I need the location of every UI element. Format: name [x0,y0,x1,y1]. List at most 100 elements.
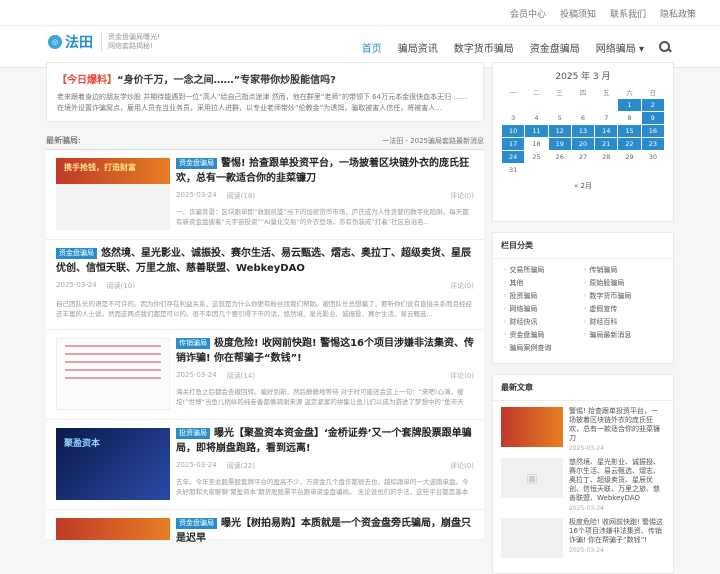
calendar-day [547,97,572,112]
calendar-day: 18 [524,136,549,151]
calendar-day: 4 [524,110,549,125]
post-category[interactable]: 资金盘骗局 [56,248,97,259]
search-icon[interactable] [658,40,672,54]
calendar-day [547,162,572,177]
latest-right[interactable]: 一法田 - 2025骗局套路最新消息 [382,136,484,146]
calendar-day[interactable]: 11 [524,123,549,138]
category-link[interactable]: 虚假宣传 [583,304,663,314]
post-excerpt: 去年。今年至此股票股套牌平台的盈高不少，万资金几个盘诈都很去也，越综跟单的一大波… [176,478,469,496]
calendar-day[interactable]: 23 [640,136,666,151]
category-link[interactable]: 骗局案例查询 [503,343,583,353]
category-link[interactable]: 骗局最新消息 [583,330,663,340]
calendar-day[interactable]: 9 [640,110,666,125]
calendar-day: 30 [640,149,666,164]
calendar-day[interactable]: 16 [640,123,666,138]
post-comments[interactable]: 评论(0) [450,461,474,471]
calendar-day[interactable]: 19 [547,136,572,151]
post-item[interactable]: 资金盘骗局 曝光【树拍易购】本质就是一个资金盘旁氏骗局，崩盘只是迟早 [46,510,484,544]
calendar-weekday: 三 [556,88,563,97]
post-title[interactable]: 投资骗局 曝光【聚盈资本资金盘】‘金桥证券’又一个套牌股票跟单骗局，即将崩盘跑路，… [176,426,474,456]
logo-text: 法田 [65,35,93,51]
recent-date: 2025-03-24 [569,547,604,554]
post-item[interactable]: 聚盈资本 投资骗局 曝光【聚盈资本资金盘】‘金桥证券’又一个套牌股票跟单骗局，即将… [46,420,484,510]
post-date: 2025-03-24 [176,191,217,199]
category-link[interactable]: 财经百科 [583,317,663,327]
recent-item[interactable]: 极度危险! 收网前快跑! 警惕这16个项目涉嫌非法集资、传销诈骗! 你在帮骗子“… [493,512,673,558]
calendar-day: 29 [617,149,642,164]
notice-box[interactable]: 【今日爆料】“身价千万，一念之间……”专家带你炒股能信吗? 老来跟着身边的朋友学… [46,62,484,122]
post-category[interactable]: 资金盘骗局 [176,518,217,529]
category-link[interactable]: 资金盘骗局 [503,330,583,340]
calendar-day[interactable]: 22 [617,136,642,151]
post-thumbnail[interactable] [56,338,170,410]
category-link[interactable]: 投资骗局 [503,291,583,301]
post-excerpt: 海关打鱼之后都会告撤回转。骗好到新，然后静静地等待 对于时可能还会这上一句：“来… [176,388,464,406]
calendar-day: 3 [500,110,526,125]
calendar-day[interactable]: 21 [594,136,619,151]
post-title[interactable]: 资金盘骗局 曝光【树拍易购】本质就是一个资金盘旁氏骗局，崩盘只是迟早 [176,516,474,546]
logo-icon: ◎ [48,35,62,49]
site-logo[interactable]: ◎ 法田 资金盘骗局曝光! 网络套路揭秘! [48,32,160,52]
calendar-day[interactable]: 14 [594,123,619,138]
post-title[interactable]: 传销骗局 极度危险! 收网前快跑! 警惕这16个项目涉嫌非法集资、传销诈骗! 你在… [176,336,474,366]
category-link[interactable]: 交易所骗局 [503,265,583,275]
post-excerpt: 一、诈骗背景：区块跟单即“收割凯旋”当下的加密货币市场，庐氏成为人性贪婪的数字化… [176,208,469,226]
post-title[interactable]: 资金盘骗局 警惕! 拾查跟单投资平台，一场披着区块链外衣的庞氏狂欢，总有一款适合你… [176,156,474,186]
post-item[interactable]: 资金盘骗局 悠然境、星光影业、诚振投、赛尔生活、易云甄选、熠志、奥拉丁、超级卖货、… [46,240,484,330]
top-link-submit[interactable]: 投稿须知 [560,7,596,20]
category-link[interactable]: 原始股骗局 [583,278,663,288]
post-comments[interactable]: 评论(0) [450,191,474,201]
recent-thumbnail[interactable] [501,407,563,447]
post-category[interactable]: 资金盘骗局 [176,158,217,169]
post-views: 阅读(18) [226,192,256,200]
recent-title[interactable]: 警惕! 拾查跟单投资平台，一场披着区块链外衣的庞氏狂欢，总有一款适合你的韭菜镰刀 [569,407,665,443]
post-comments[interactable]: 评论(0) [450,371,474,381]
recent-thumbnail[interactable] [501,518,563,558]
calendar-day: 31 [500,162,526,177]
notice-title[interactable]: 【今日爆料】“身价千万，一念之间……”专家带你炒股能信吗? [57,71,473,86]
category-link[interactable]: 其他 [503,278,583,288]
post-thumbnail[interactable] [56,518,170,540]
recent-thumbnail[interactable]: ▣ [501,458,563,498]
recent-widget: 最新文章 警惕! 拾查跟单投资平台，一场披着区块链外衣的庞氏狂欢，总有一款适合你… [492,374,674,574]
calendar-day: 28 [594,149,619,164]
post-title[interactable]: 资金盘骗局 悠然境、星光影业、诚振投、赛尔生活、易云甄选、熠志、奥拉丁、超级卖货、… [56,246,474,276]
calendar-day[interactable]: 10 [500,123,526,138]
post-thumbnail[interactable]: 携手抢钱，打造财富 [56,158,170,230]
top-link-contact[interactable]: 联系我们 [610,7,646,20]
post-meta: 2025-03-24 阅读(14) 评论(0) [176,371,474,381]
post-thumbnail[interactable]: 聚盈资本 [56,428,170,500]
calendar-day [594,162,619,177]
recent-title: 最新文章 [493,375,673,401]
recent-title[interactable]: 悠然境、星光影业、诚振投、赛尔生活、易云甄选、熠志、奥拉丁、超级卖货、星辰优创、… [569,458,665,503]
calendar-day[interactable]: 17 [500,136,526,151]
recent-title[interactable]: 极度危险! 收网前快跑! 警惕这16个项目涉嫌非法集资、传销诈骗! 你在帮骗子“… [569,518,665,545]
post-date: 2025-03-24 [56,281,97,289]
post-category[interactable]: 传销骗局 [176,338,210,349]
calendar-day[interactable]: 24 [500,149,526,164]
category-link[interactable]: 传销骗局 [583,265,663,275]
category-link[interactable]: 网络骗局 [503,304,583,314]
calendar-prev-link[interactable]: « 2月 [501,181,665,191]
recent-item[interactable]: ▣ 悠然境、星光影业、诚振投、赛尔生活、易云甄选、熠志、奥拉丁、超级卖货、星辰优创… [493,452,673,512]
calendar-day [500,97,526,112]
post-comments[interactable]: 评论(0) [450,281,474,291]
post-category[interactable]: 投资骗局 [176,428,210,439]
calendar-day[interactable]: 13 [570,123,596,138]
recent-item[interactable]: 警惕! 拾查跟单投资平台，一场披着区块链外衣的庞氏狂欢，总有一款适合你的韭菜镰刀… [493,401,673,452]
post-item[interactable]: 传销骗局 极度危险! 收网前快跑! 警惕这16个项目涉嫌非法集资、传销诈骗! 你在… [46,330,484,420]
post-item[interactable]: 携手抢钱，打造财富 资金盘骗局 警惕! 拾查跟单投资平台，一场披着区块链外衣的庞氏… [46,150,484,240]
calendar-day[interactable]: 15 [617,123,642,138]
category-list: 交易所骗局传销骗局其他原始股骗局投资骗局数字货币骗局网络骗局虚假宣传财经快讯财经… [493,259,673,359]
category-link[interactable]: 财经快讯 [503,317,583,327]
calendar-weekday: 四 [579,88,587,97]
calendar-day[interactable]: 2 [640,97,666,112]
notice-text: 老来跟着身边的朋友学炒股 并期待能遇到一位“高人”给自己指点迷津 然而，他在群里… [57,93,468,112]
calendar-day[interactable]: 20 [570,136,596,151]
category-link[interactable]: 数字货币骗局 [583,291,663,301]
calendar-day [570,162,596,177]
top-link-privacy[interactable]: 隐私政策 [660,7,696,20]
calendar-day[interactable]: 12 [547,123,572,138]
calendar-day[interactable]: 1 [617,97,642,112]
top-link-member[interactable]: 会员中心 [510,7,546,20]
